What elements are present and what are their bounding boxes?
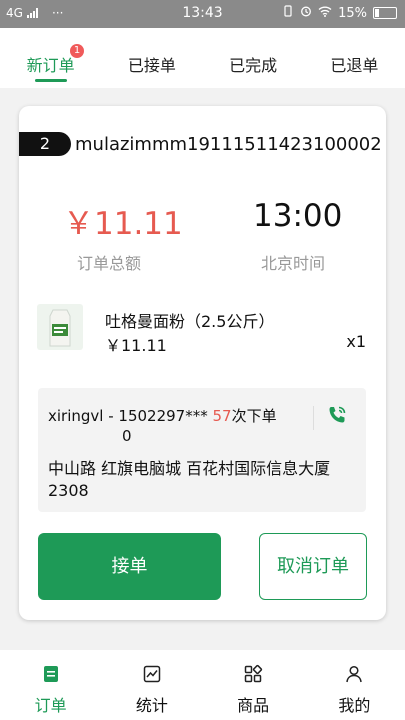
customer-order-count-suffix: 次下单 xyxy=(231,407,277,425)
new-orders-badge: 1 xyxy=(70,44,84,58)
nav-orders[interactable]: 订单 xyxy=(0,650,101,720)
order-amount: ￥11.11 xyxy=(63,206,183,242)
status-right: 15% xyxy=(282,5,397,21)
phone-call-icon[interactable] xyxy=(326,404,348,430)
tab-label: 已接单 xyxy=(127,56,176,75)
product-name: 吐格曼面粉（2.5公斤） xyxy=(105,312,275,331)
vibrate-icon xyxy=(282,5,294,21)
product-image xyxy=(37,304,83,350)
tab-accepted[interactable]: 已接单 xyxy=(101,28,202,88)
order-number-tag: 2 xyxy=(19,132,71,156)
tab-label: 新订单 xyxy=(26,56,75,75)
status-bar: 4G ··· 13:43 15% xyxy=(0,0,405,28)
customer-info: xiringvl - 1502297*** 57次下单 0 中山路 红旗电脑城 … xyxy=(38,388,366,512)
order-icon xyxy=(41,664,61,684)
customer-phone-suffix: 0 xyxy=(122,427,132,445)
nav-label: 商品 xyxy=(237,696,270,715)
customer-address: 中山路 红旗电脑城 百花村国际信息大厦2308 xyxy=(48,459,331,500)
battery-icon xyxy=(373,7,397,19)
customer-phone: 1502297*** xyxy=(118,407,208,425)
phone-divider xyxy=(313,406,314,430)
order-time: 13:00 xyxy=(253,198,343,234)
battery-percent: 15% xyxy=(338,5,367,21)
order-time-label: 北京时间 xyxy=(261,254,326,273)
customer-name: xiringvl xyxy=(48,407,104,425)
wifi-icon xyxy=(318,5,332,21)
bottom-nav: 订单 统计 商品 我的 xyxy=(0,650,405,720)
nav-profile[interactable]: 我的 xyxy=(304,650,405,720)
nav-label: 订单 xyxy=(34,696,67,715)
cancel-order-button[interactable]: 取消订单 xyxy=(259,533,367,600)
order-id: mulazimmm19111511423100002 xyxy=(75,134,382,155)
order-tabs: 新订单 1 已接单 已完成 已退单 xyxy=(0,28,405,88)
tab-label: 已退单 xyxy=(330,56,379,75)
customer-order-count: 57 xyxy=(212,407,232,425)
product-price: ￥11.11 xyxy=(105,336,167,355)
nav-label: 统计 xyxy=(135,696,168,715)
tab-refunded[interactable]: 已退单 xyxy=(304,28,405,88)
product-quantity: x1 xyxy=(346,332,366,351)
accept-order-button[interactable]: 接单 xyxy=(38,533,221,600)
customer-separator: - xyxy=(103,407,119,425)
order-card: 2 mulazimmm19111511423100002 ￥11.11 订单总额… xyxy=(19,106,386,620)
order-amount-label: 订单总额 xyxy=(77,254,142,273)
nav-products[interactable]: 商品 xyxy=(203,650,304,720)
active-tab-indicator xyxy=(34,79,67,82)
profile-icon xyxy=(344,664,364,684)
tab-label: 已完成 xyxy=(229,56,278,75)
nav-stats[interactable]: 统计 xyxy=(101,650,202,720)
customer-contact-line: xiringvl - 1502297*** 57次下单 0 xyxy=(48,406,318,446)
tab-completed[interactable]: 已完成 xyxy=(203,28,304,88)
products-icon xyxy=(243,664,263,684)
stats-icon xyxy=(142,664,162,684)
alarm-icon xyxy=(300,5,312,21)
nav-label: 我的 xyxy=(338,696,371,715)
tab-new-orders[interactable]: 新订单 1 xyxy=(0,28,101,88)
